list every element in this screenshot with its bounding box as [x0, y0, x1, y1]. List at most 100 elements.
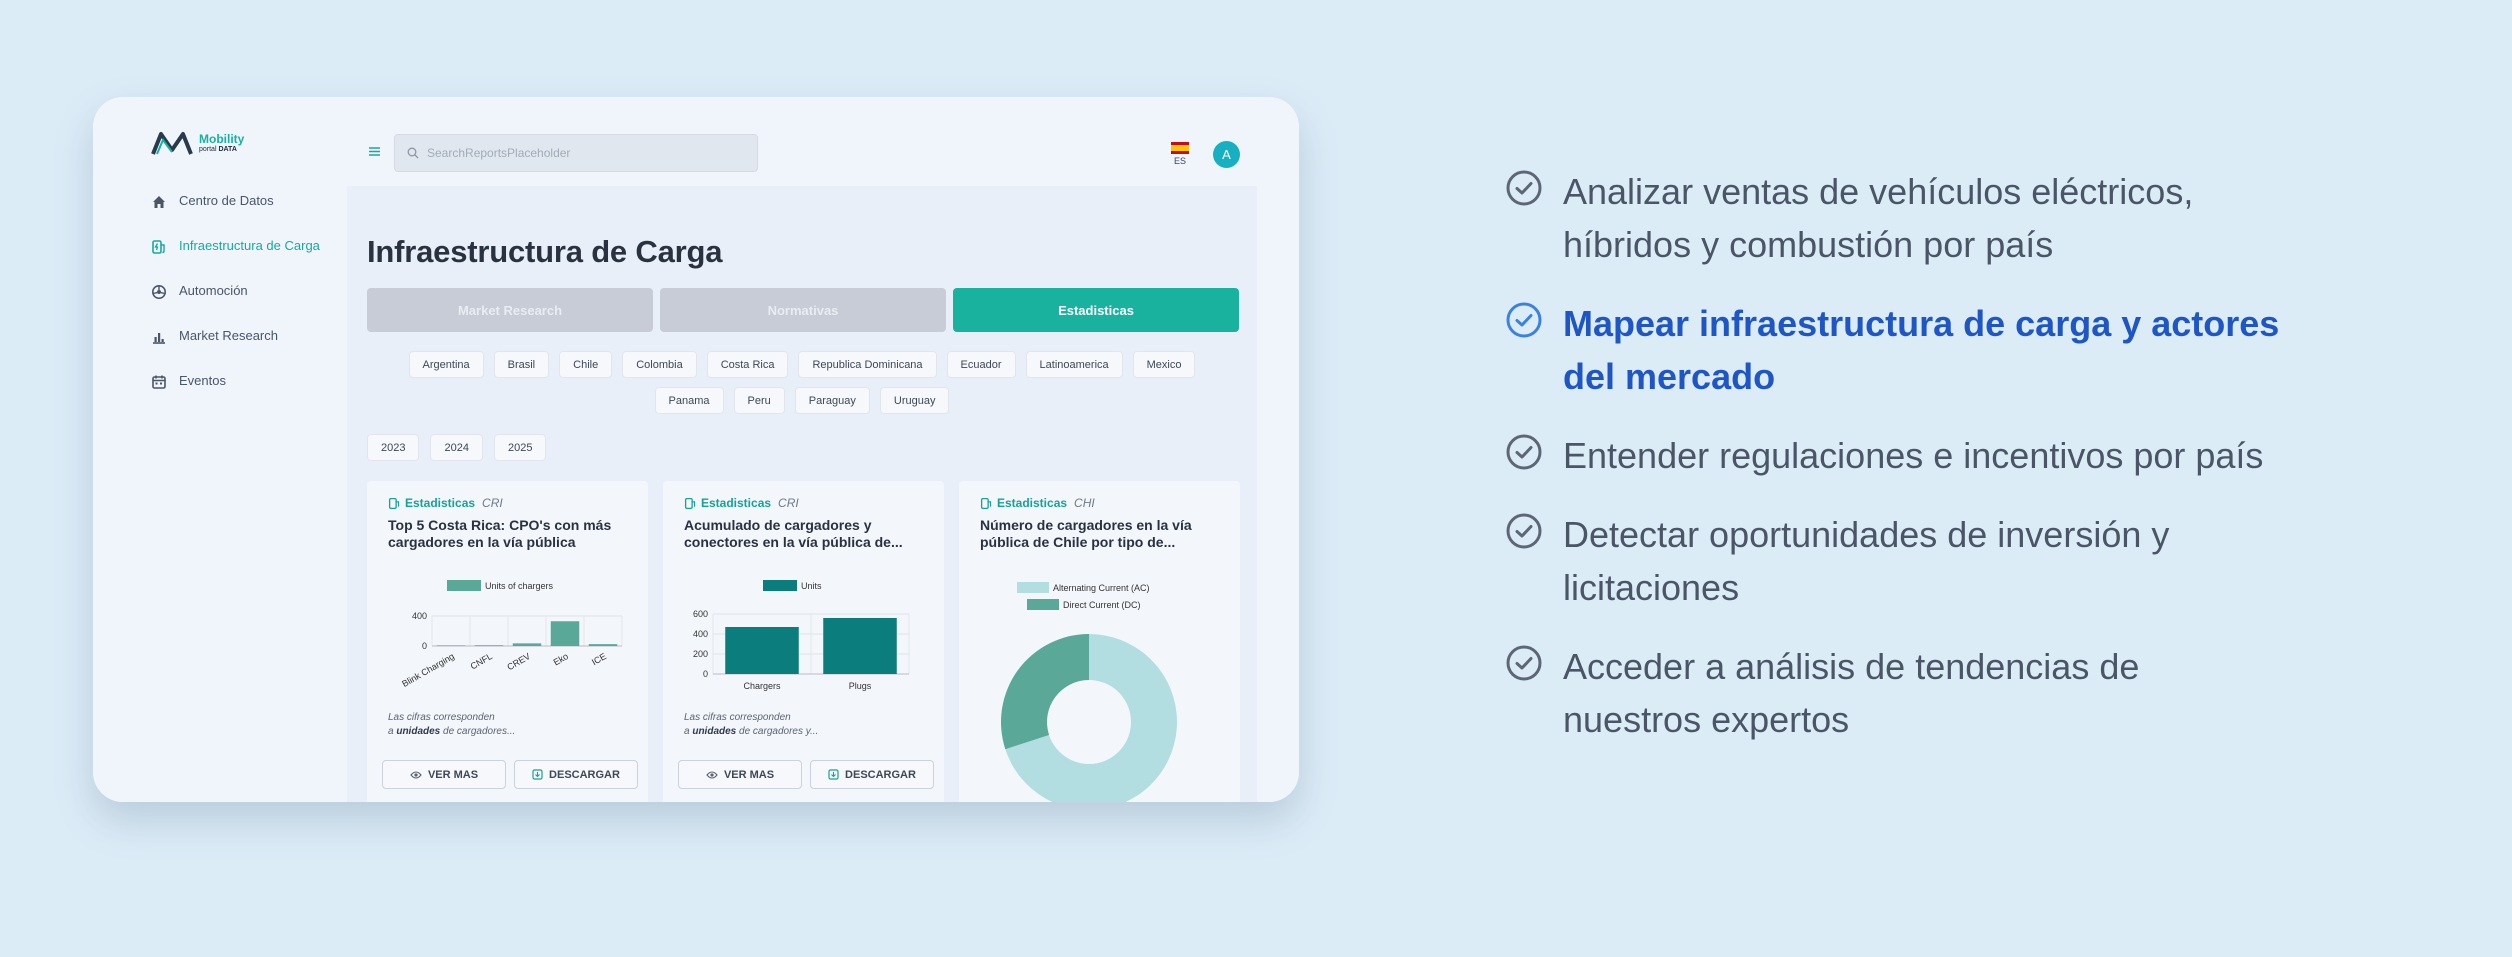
- bar-chart-cpo: Units of chargers 0 400 Blink Charging CNFL C…: [400, 580, 623, 689]
- sidebar-item-label: Automoción: [179, 283, 248, 298]
- sidebar-item-automocion[interactable]: Automoción: [151, 283, 331, 300]
- year-chip[interactable]: 2023: [367, 434, 420, 461]
- donut-chart-ac-dc: Alternating Current (AC) Direct Current (…: [1001, 582, 1177, 802]
- country-chip[interactable]: Uruguay: [879, 387, 950, 414]
- check-circle-icon: [1506, 645, 1542, 681]
- charging-station-icon: [684, 497, 696, 509]
- legend-swatch: [447, 580, 481, 591]
- logo-name: Mobility: [199, 132, 245, 146]
- download-icon: [532, 769, 543, 780]
- search-icon: [407, 147, 419, 159]
- feature-text: Entender regulaciones e incentivos por p…: [1563, 435, 2264, 476]
- card-category: Estadisticas CHI: [980, 496, 1095, 510]
- card-description: Las cifras corresponden a unidades de ca…: [388, 712, 516, 737]
- country-chip[interactable]: Paraguay: [794, 387, 870, 414]
- sidebar: Mobility portal DATA Centro de Datos Inf…: [93, 97, 347, 802]
- home-icon: [153, 196, 165, 208]
- card-country-code: CHI: [1074, 496, 1095, 510]
- search-bar[interactable]: [394, 134, 758, 172]
- card-description: Las cifras corresponden a unidades de ca…: [684, 712, 819, 737]
- country-filters-row1: Argentina Brasil Chile Colombia Costa Ri…: [367, 351, 1237, 378]
- country-chip[interactable]: Costa Rica: [706, 351, 789, 378]
- x-tick-label: Plugs: [849, 681, 872, 691]
- x-tick-label: ICE: [590, 651, 608, 667]
- search-input[interactable]: [427, 146, 727, 160]
- bar-chart-icon: [153, 333, 165, 344]
- tab-market-research[interactable]: Market Research: [367, 288, 653, 332]
- card-country-code: CRI: [778, 496, 799, 510]
- year-chip[interactable]: 2024: [430, 434, 483, 461]
- year-chip[interactable]: 2025: [493, 434, 547, 461]
- feature-text: Acceder a análisis de tendencias de nues…: [1563, 646, 2140, 740]
- feature-item: Acceder a análisis de tendencias de nues…: [1505, 640, 2285, 746]
- country-chip[interactable]: Chile: [559, 351, 613, 378]
- report-card[interactable]: Estadisticas CRI Top 5 Costa Rica: CPO's…: [367, 481, 648, 802]
- country-chip[interactable]: Brasil: [493, 351, 550, 378]
- donut-slice: [1001, 634, 1089, 750]
- legend-swatch: [1027, 599, 1059, 610]
- avatar[interactable]: A: [1213, 141, 1240, 168]
- ver-mas-button[interactable]: VER MAS: [382, 760, 506, 789]
- card-title: Número de cargadores en la vía pública d…: [980, 517, 1192, 550]
- menu-icon[interactable]: [369, 147, 380, 156]
- report-card[interactable]: Estadisticas CRI Acumulado de cargadores…: [663, 481, 944, 802]
- language-code: ES: [1173, 156, 1186, 166]
- sidebar-item-centro-de-datos[interactable]: Centro de Datos: [151, 193, 331, 210]
- legend-label: Units of chargers: [485, 581, 554, 591]
- charging-station-icon: [388, 497, 400, 509]
- brand-logo[interactable]: Mobility portal DATA: [151, 130, 244, 156]
- download-icon: [828, 769, 839, 780]
- y-tick-label: 400: [693, 629, 708, 639]
- feature-text: Mapear infraestructura de carga y actore…: [1563, 303, 2280, 397]
- descargar-button[interactable]: DESCARGAR: [514, 760, 638, 789]
- tab-normativas[interactable]: Normativas: [660, 288, 946, 332]
- sidebar-item-label: Infraestructura de Carga: [179, 238, 320, 253]
- card-category: Estadisticas CRI: [388, 496, 503, 510]
- legend-swatch: [763, 580, 797, 591]
- sidebar-item-market-research[interactable]: Market Research: [151, 328, 331, 345]
- country-chip[interactable]: Ecuador: [946, 351, 1016, 378]
- country-chip[interactable]: Panama: [654, 387, 724, 414]
- x-tick-label: Chargers: [743, 681, 781, 691]
- sidebar-item-infraestructura-de-carga[interactable]: Infraestructura de Carga: [151, 238, 331, 255]
- section-tabs: Market Research Normativas Estadisticas: [367, 288, 1239, 332]
- card-category-label: Estadisticas: [997, 496, 1068, 510]
- sidebar-nav: Centro de Datos Infraestructura de Carga…: [151, 193, 331, 418]
- country-chip[interactable]: Colombia: [622, 351, 697, 378]
- country-chip[interactable]: Mexico: [1132, 351, 1196, 378]
- calendar-icon: [152, 375, 166, 389]
- spain-flag-icon: [1171, 142, 1189, 154]
- x-tick-label: CREV: [505, 651, 532, 672]
- legend-swatch: [1017, 582, 1049, 593]
- charging-station-icon: [152, 240, 165, 254]
- report-card[interactable]: Estadisticas CHI Número de cargadores en…: [959, 481, 1240, 802]
- feature-item: Detectar oportunidades de inversión y li…: [1505, 508, 2285, 614]
- card-category-label: Estadisticas: [701, 496, 772, 510]
- x-tick-label: Eko: [552, 651, 570, 667]
- bar: [474, 645, 504, 646]
- y-tick-label: 600: [693, 609, 708, 619]
- language-selector[interactable]: ES: [1171, 142, 1189, 166]
- country-chip[interactable]: Peru: [733, 387, 785, 414]
- x-tick-label: Blink Charging: [400, 651, 456, 689]
- feature-text: Detectar oportunidades de inversión y li…: [1563, 514, 2170, 608]
- ver-mas-button[interactable]: VER MAS: [678, 760, 802, 789]
- bar: [725, 627, 799, 674]
- window-edge: [1257, 97, 1299, 802]
- check-circle-icon: [1506, 434, 1542, 470]
- card-actions: VER MAS DESCARGAR: [382, 760, 638, 789]
- card-actions: VER MAS DESCARGAR: [678, 760, 934, 789]
- country-chip[interactable]: Argentina: [408, 351, 484, 378]
- x-tick-label: CNFL: [469, 651, 494, 671]
- country-chip[interactable]: Republica Dominicana: [798, 351, 937, 378]
- tab-estadisticas[interactable]: Estadisticas: [953, 288, 1239, 332]
- y-tick-label: 0: [703, 669, 708, 679]
- logo-mark-icon: [151, 132, 193, 155]
- sidebar-item-eventos[interactable]: Eventos: [151, 373, 331, 390]
- sidebar-item-label: Centro de Datos: [179, 193, 274, 208]
- feature-item: Analizar ventas de vehículos eléctricos,…: [1505, 165, 2285, 271]
- bar-chart-chargers-plugs: Units 0 200 400 600 Chargers Plugs: [693, 580, 910, 691]
- bar: [436, 645, 466, 646]
- country-chip[interactable]: Latinoamerica: [1025, 351, 1123, 378]
- descargar-button[interactable]: DESCARGAR: [810, 760, 934, 789]
